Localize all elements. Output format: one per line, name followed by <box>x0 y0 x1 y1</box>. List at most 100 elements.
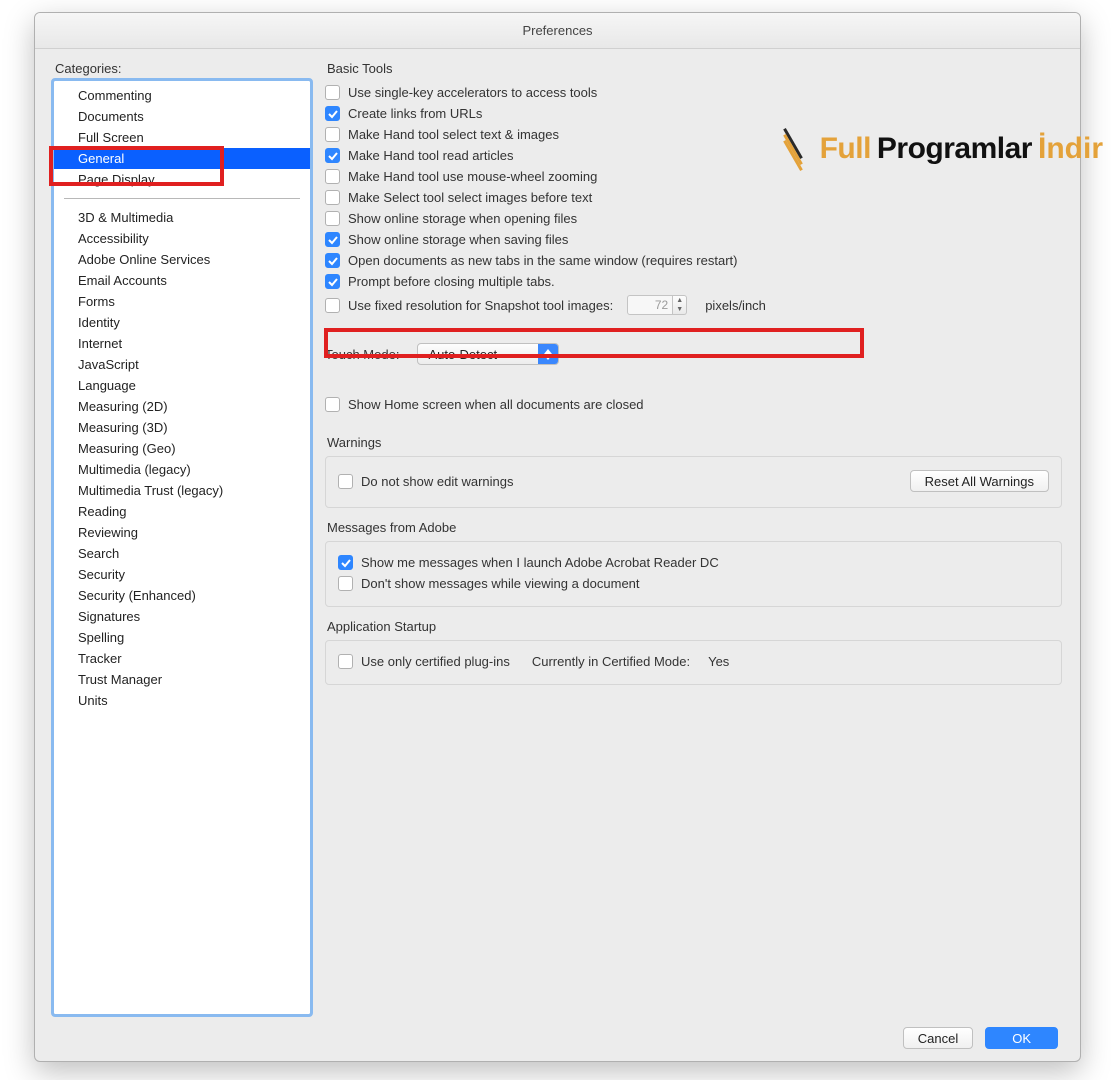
category-tracker[interactable]: Tracker <box>54 648 310 669</box>
checkbox[interactable] <box>325 211 340 226</box>
category-commenting[interactable]: Commenting <box>54 85 310 106</box>
settings-panel: Basic Tools Use single-key accelerators … <box>325 61 1062 1015</box>
startup-section: Use only certified plug-ins Currently in… <box>325 640 1062 685</box>
opt-label: Do not show edit warnings <box>361 474 513 489</box>
opt-label: Make Select tool select images before te… <box>348 190 592 205</box>
opt-select-images-first[interactable]: Make Select tool select images before te… <box>325 187 1062 208</box>
opt-label: Use only certified plug-ins <box>361 654 510 669</box>
checkbox[interactable] <box>338 474 353 489</box>
opt-label: Don't show messages while viewing a docu… <box>361 576 640 591</box>
warnings-title: Warnings <box>327 435 1062 450</box>
certified-mode-label: Currently in Certified Mode: <box>532 654 690 669</box>
category-reviewing[interactable]: Reviewing <box>54 522 310 543</box>
ok-button[interactable]: OK <box>985 1027 1058 1049</box>
category-measuring-geo[interactable]: Measuring (Geo) <box>54 438 310 459</box>
category-identity[interactable]: Identity <box>54 312 310 333</box>
category-page-display[interactable]: Page Display <box>54 169 310 190</box>
touch-mode-value: Auto-Detect <box>418 347 538 362</box>
categories-list[interactable]: Commenting Documents Full Screen General… <box>53 80 311 1015</box>
checkbox[interactable] <box>325 253 340 268</box>
touch-mode-select[interactable]: Auto-Detect <box>417 343 559 365</box>
category-multimedia-legacy[interactable]: Multimedia (legacy) <box>54 459 310 480</box>
opt-fixed-snapshot-resolution[interactable]: Use fixed resolution for Snapshot tool i… <box>325 292 1062 318</box>
checkbox[interactable] <box>325 169 340 184</box>
reset-warnings-button[interactable]: Reset All Warnings <box>910 470 1049 492</box>
opt-label: Show online storage when saving files <box>348 232 568 247</box>
opt-online-storage-save[interactable]: Show online storage when saving files <box>325 229 1062 250</box>
opt-show-home[interactable]: Show Home screen when all documents are … <box>325 394 1062 415</box>
checkbox[interactable] <box>325 106 340 121</box>
category-full-screen[interactable]: Full Screen <box>54 127 310 148</box>
category-documents[interactable]: Documents <box>54 106 310 127</box>
opt-hand-select-text[interactable]: Make Hand tool select text & images <box>325 124 1062 145</box>
category-adobe-online[interactable]: Adobe Online Services <box>54 249 310 270</box>
snapshot-resolution-stepper[interactable]: ▲▼ <box>627 295 687 315</box>
window-title: Preferences <box>35 13 1080 49</box>
checkbox[interactable] <box>325 274 340 289</box>
opt-label: Open documents as new tabs in the same w… <box>348 253 737 268</box>
checkbox[interactable] <box>325 127 340 142</box>
opt-open-as-tabs[interactable]: Open documents as new tabs in the same w… <box>325 250 1062 271</box>
opt-label: Prompt before closing multiple tabs. <box>348 274 555 289</box>
category-trust-manager[interactable]: Trust Manager <box>54 669 310 690</box>
checkbox[interactable] <box>325 190 340 205</box>
opt-hand-read-articles[interactable]: Make Hand tool read articles <box>325 145 1062 166</box>
category-measuring-3d[interactable]: Measuring (3D) <box>54 417 310 438</box>
checkbox[interactable] <box>325 232 340 247</box>
snapshot-unit: pixels/inch <box>705 298 766 313</box>
stepper-arrows-icon[interactable]: ▲▼ <box>673 295 687 315</box>
opt-label: Show Home screen when all documents are … <box>348 397 644 412</box>
cancel-button[interactable]: Cancel <box>903 1027 973 1049</box>
opt-label: Make Hand tool read articles <box>348 148 513 163</box>
category-separator <box>64 198 300 199</box>
opt-single-key[interactable]: Use single-key accelerators to access to… <box>325 82 1062 103</box>
category-spelling[interactable]: Spelling <box>54 627 310 648</box>
opt-label: Make Hand tool use mouse-wheel zooming <box>348 169 597 184</box>
opt-label: Make Hand tool select text & images <box>348 127 559 142</box>
category-forms[interactable]: Forms <box>54 291 310 312</box>
opt-label: Show online storage when opening files <box>348 211 577 226</box>
basic-tools-section: Use single-key accelerators to access to… <box>325 82 1062 423</box>
category-measuring-2d[interactable]: Measuring (2D) <box>54 396 310 417</box>
checkbox[interactable] <box>325 85 340 100</box>
checkbox[interactable] <box>325 148 340 163</box>
opt-show-launch-messages[interactable]: Show me messages when I launch Adobe Acr… <box>338 552 1049 573</box>
category-search[interactable]: Search <box>54 543 310 564</box>
opt-certified-plugins[interactable]: Use only certified plug-ins Currently in… <box>338 651 1049 672</box>
category-security[interactable]: Security <box>54 564 310 585</box>
certified-mode-value: Yes <box>708 654 729 669</box>
checkbox[interactable] <box>325 397 340 412</box>
category-3d-multimedia[interactable]: 3D & Multimedia <box>54 207 310 228</box>
category-reading[interactable]: Reading <box>54 501 310 522</box>
checkbox[interactable] <box>325 298 340 313</box>
category-language[interactable]: Language <box>54 375 310 396</box>
opt-no-messages-while-viewing[interactable]: Don't show messages while viewing a docu… <box>338 573 1049 594</box>
opt-hand-mouse-wheel[interactable]: Make Hand tool use mouse-wheel zooming <box>325 166 1062 187</box>
warnings-section: Do not show edit warnings Reset All Warn… <box>325 456 1062 508</box>
category-general[interactable]: General <box>54 148 310 169</box>
checkbox[interactable] <box>338 654 353 669</box>
preferences-window: Preferences Categories: Commenting Docum… <box>34 12 1081 1062</box>
chevron-updown-icon <box>538 344 558 364</box>
dialog-footer: Cancel OK <box>35 1015 1080 1061</box>
touch-mode-row: Touch Mode: Auto-Detect <box>325 340 1062 368</box>
basic-tools-title: Basic Tools <box>327 61 1062 76</box>
opt-no-edit-warnings[interactable]: Do not show edit warnings Reset All Warn… <box>338 467 1049 495</box>
category-multimedia-trust-legacy[interactable]: Multimedia Trust (legacy) <box>54 480 310 501</box>
categories-label: Categories: <box>53 61 311 76</box>
category-signatures[interactable]: Signatures <box>54 606 310 627</box>
checkbox[interactable] <box>338 576 353 591</box>
category-accessibility[interactable]: Accessibility <box>54 228 310 249</box>
snapshot-resolution-input[interactable] <box>627 295 673 315</box>
messages-title: Messages from Adobe <box>327 520 1062 535</box>
category-security-enhanced[interactable]: Security (Enhanced) <box>54 585 310 606</box>
checkbox[interactable] <box>338 555 353 570</box>
category-javascript[interactable]: JavaScript <box>54 354 310 375</box>
messages-section: Show me messages when I launch Adobe Acr… <box>325 541 1062 607</box>
opt-online-storage-open[interactable]: Show online storage when opening files <box>325 208 1062 229</box>
opt-prompt-close-tabs[interactable]: Prompt before closing multiple tabs. <box>325 271 1062 292</box>
category-units[interactable]: Units <box>54 690 310 711</box>
category-internet[interactable]: Internet <box>54 333 310 354</box>
opt-create-links[interactable]: Create links from URLs <box>325 103 1062 124</box>
category-email-accounts[interactable]: Email Accounts <box>54 270 310 291</box>
